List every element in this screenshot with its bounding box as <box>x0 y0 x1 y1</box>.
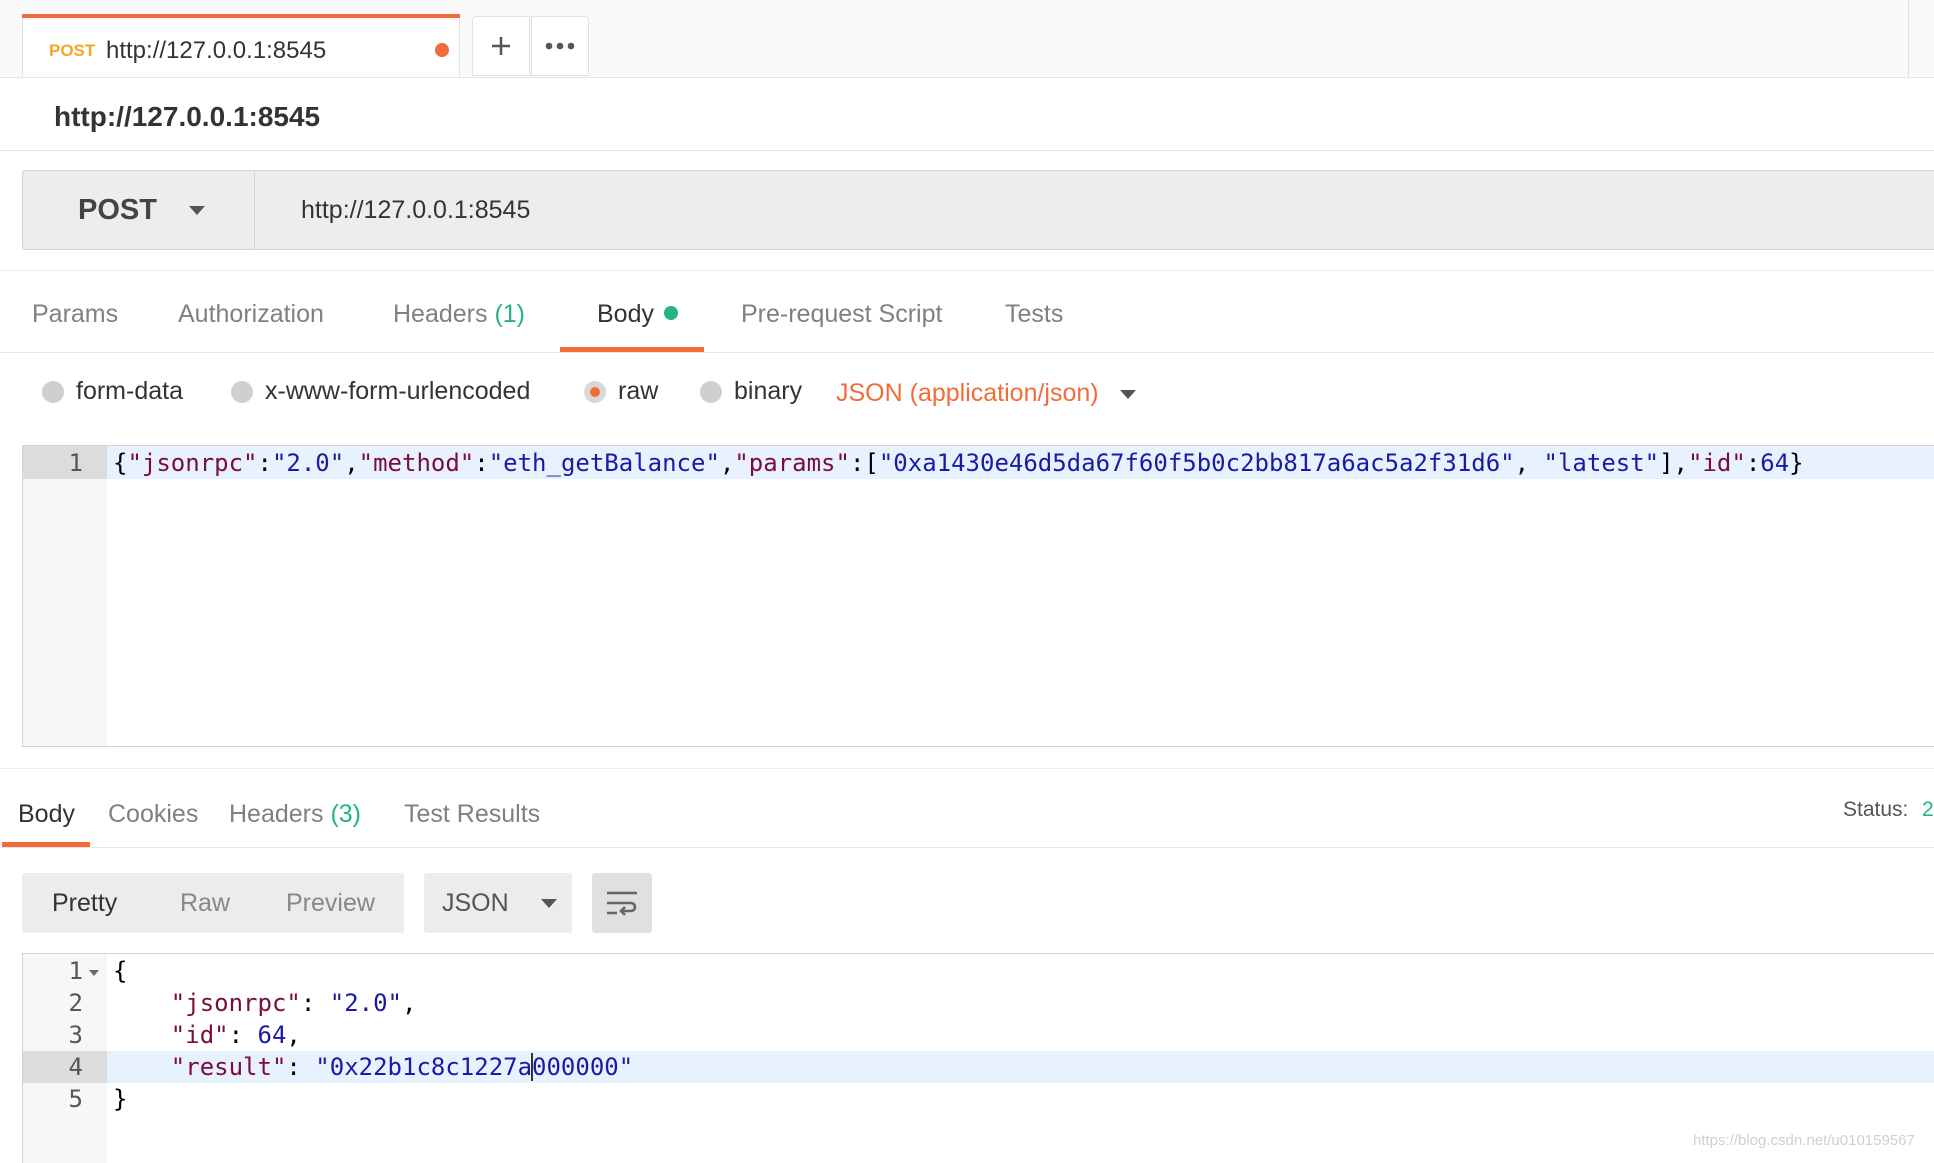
response-tab-headers[interactable]: Headers (3) <box>229 800 361 829</box>
line-number: 3 <box>68 1021 83 1049</box>
response-tab-body-label: Body <box>18 800 75 828</box>
body-status-dot <box>663 306 678 321</box>
request-tab[interactable]: POST http://127.0.0.1:8545 <box>22 14 460 77</box>
divider <box>0 352 1934 353</box>
radio-circle <box>42 380 64 403</box>
divider <box>0 150 1934 151</box>
tab-prerequest-label: Pre-request Script <box>741 300 943 328</box>
line-number: 5 <box>68 1085 83 1113</box>
response-tab-headers-count: (3) <box>330 800 362 828</box>
radio-circle <box>231 380 253 403</box>
method-dropdown[interactable]: POST <box>23 171 255 249</box>
response-tab-cookies-label: Cookies <box>108 800 199 828</box>
tab-body-label: Body <box>597 300 654 328</box>
line-gutter <box>23 446 107 746</box>
radio-circle <box>700 380 722 403</box>
radio-urlencoded[interactable]: x-www-form-urlencoded <box>231 377 530 406</box>
radio-label: binary <box>734 377 803 405</box>
pretty-button[interactable]: Pretty <box>52 873 117 933</box>
tab-options-button[interactable] <box>531 16 589 76</box>
method-label: POST <box>78 193 157 226</box>
watermark: https://blog.csdn.net/u010159567 <box>1693 1132 1915 1149</box>
divider <box>0 270 1934 271</box>
response-tab-body[interactable]: Body <box>18 800 75 829</box>
text-cursor <box>531 1053 533 1081</box>
tab-params-label: Params <box>32 300 119 328</box>
response-tab-cookies[interactable]: Cookies <box>108 800 198 829</box>
tab-authorization-label: Authorization <box>178 300 324 328</box>
tab-headers[interactable]: Headers (1) <box>393 300 525 329</box>
radio-raw[interactable]: raw <box>584 377 658 406</box>
url-input[interactable] <box>255 171 1934 249</box>
divider <box>0 847 1934 848</box>
status-label: Status: <box>1843 798 1909 821</box>
tab-authorization[interactable]: Authorization <box>178 300 324 329</box>
request-body-code[interactable]: {"jsonrpc":"2.0","method":"eth_getBalanc… <box>113 449 1804 477</box>
radio-label: form-data <box>76 377 183 405</box>
response-tab-headers-label: Headers <box>229 800 324 828</box>
radio-form-data[interactable]: form-data <box>42 377 183 406</box>
radio-label: raw <box>618 377 659 405</box>
divider <box>0 768 1934 769</box>
fold-caret-icon[interactable] <box>89 970 99 976</box>
request-tab-title: http://127.0.0.1:8545 <box>106 37 327 64</box>
wrap-lines-icon <box>607 891 637 916</box>
raw-button[interactable]: Raw <box>180 873 230 933</box>
plus-icon <box>492 37 510 55</box>
status-value: 2 <box>1922 798 1934 821</box>
request-name[interactable]: http://127.0.0.1:8545 <box>54 101 320 133</box>
unsaved-changes-dot <box>435 43 449 57</box>
response-tab-test-results[interactable]: Test Results <box>404 800 540 829</box>
tab-body[interactable]: Body <box>597 300 678 329</box>
line-number: 1 <box>68 957 83 985</box>
url-bar: POST <box>22 170 1934 250</box>
active-tab-indicator <box>22 14 460 18</box>
line-number: 2 <box>68 989 83 1017</box>
chevron-down-icon <box>188 205 205 215</box>
code-line: } <box>113 1085 128 1113</box>
preview-button[interactable]: Preview <box>286 873 375 933</box>
chevron-down-icon[interactable] <box>1120 390 1136 399</box>
code-line: "id": 64, <box>170 1021 301 1049</box>
tab-headers-count: (1) <box>494 300 526 328</box>
more-icon <box>545 42 575 50</box>
code-line-text: { <box>113 957 128 985</box>
content-type-dropdown[interactable]: JSON (application/json) <box>836 379 1099 408</box>
request-body-editor[interactable]: 1 {"jsonrpc":"2.0","method":"eth_getBala… <box>22 445 1934 747</box>
format-label: JSON <box>442 888 509 917</box>
tab-strip-divider <box>1908 0 1909 77</box>
code-line: "result": "0x22b1c8c1227a000000" <box>170 1053 634 1081</box>
tab-params[interactable]: Params <box>32 300 118 329</box>
line-number: 1 <box>23 449 83 477</box>
code-line: "jsonrpc": "2.0", <box>170 989 417 1017</box>
code-line: { <box>113 957 127 985</box>
chevron-down-icon <box>540 898 557 908</box>
radio-circle-selected <box>584 380 606 403</box>
radio-binary[interactable]: binary <box>700 377 802 406</box>
response-body-viewer[interactable]: 1 2 3 4 5 { "jsonrpc": "2.0", "id": 64, … <box>22 953 1934 1163</box>
tab-headers-label: Headers <box>393 300 488 328</box>
format-dropdown[interactable]: JSON <box>424 873 572 933</box>
tab-prerequest-script[interactable]: Pre-request Script <box>741 300 942 329</box>
line-number: 4 <box>68 1053 83 1081</box>
new-tab-button[interactable] <box>472 16 530 76</box>
response-tab-test-results-label: Test Results <box>404 800 541 828</box>
radio-label: x-www-form-urlencoded <box>265 377 531 405</box>
tab-tests[interactable]: Tests <box>1005 300 1063 329</box>
request-tab-method: POST <box>49 41 96 60</box>
wrap-lines-button[interactable] <box>592 873 652 933</box>
tab-tests-label: Tests <box>1005 300 1064 328</box>
